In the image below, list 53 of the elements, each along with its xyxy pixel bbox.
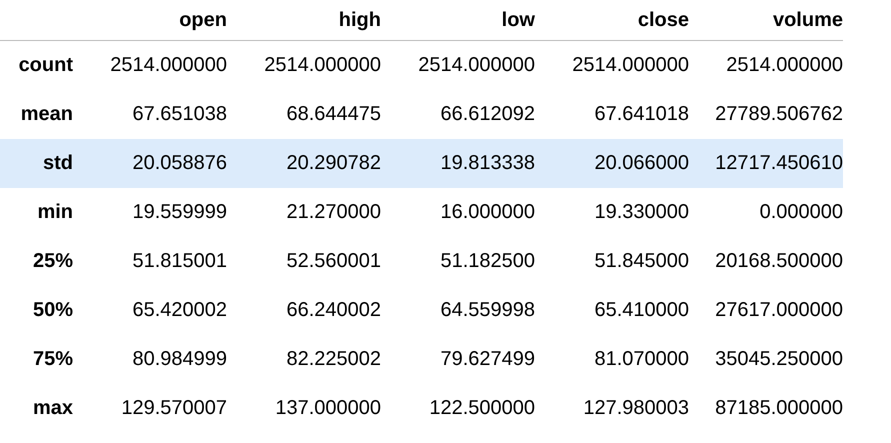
- table-cell: 66.240002: [286, 299, 381, 321]
- table-cell: 65.410000: [594, 299, 689, 321]
- table-cell: 51.182500: [440, 250, 535, 272]
- row-label: min: [37, 201, 73, 223]
- table-cell: 64.559998: [440, 299, 535, 321]
- table-cell: 65.420002: [132, 299, 227, 321]
- table-cell: 2514.000000: [418, 54, 535, 76]
- row-label: max: [32, 397, 73, 419]
- column-header: volume: [772, 8, 843, 30]
- table-cell: 129.570007: [121, 397, 227, 419]
- table-cell: 2514.000000: [572, 54, 689, 76]
- table-cell: 21.270000: [286, 201, 381, 223]
- table-cell: 66.612092: [440, 103, 535, 125]
- table-cell: 27789.506762: [715, 103, 843, 125]
- table-cell: 52.560001: [286, 250, 381, 272]
- table-cell: 137.000000: [275, 397, 381, 419]
- table-cell: 79.627499: [440, 348, 535, 370]
- column-header: low: [502, 8, 535, 30]
- row-label: 75%: [32, 348, 73, 370]
- table-cell: 16.000000: [440, 201, 535, 223]
- table-cell: 12717.450610: [715, 152, 843, 174]
- column-header: high: [338, 8, 381, 30]
- table-cell: 35045.250000: [715, 348, 843, 370]
- table-cell: 0.000000: [760, 201, 843, 223]
- table-cell: 27617.000000: [715, 299, 843, 321]
- table-cell: 67.641018: [594, 103, 689, 125]
- table-cell: 51.815001: [132, 250, 227, 272]
- row-label: count: [18, 54, 73, 76]
- row-label: 50%: [32, 299, 73, 321]
- table-cell: 20.058876: [132, 152, 227, 174]
- table-cell: 81.070000: [594, 348, 689, 370]
- table-cell: 20.066000: [594, 152, 689, 174]
- table-cell: 2514.000000: [726, 54, 843, 76]
- table-cell: 2514.000000: [264, 54, 381, 76]
- table-cell: 82.225002: [286, 348, 381, 370]
- row-label: 25%: [32, 250, 73, 272]
- table-cell: 67.651038: [132, 103, 227, 125]
- table-cell: 80.984999: [132, 348, 227, 370]
- table-cell: 20168.500000: [715, 250, 843, 272]
- row-label: mean: [20, 103, 73, 125]
- table-cell: 19.813338: [440, 152, 535, 174]
- table-cell: 20.290782: [286, 152, 381, 174]
- table-cell: 19.559999: [132, 201, 227, 223]
- column-header: close: [638, 8, 689, 30]
- table-cell: 19.330000: [594, 201, 689, 223]
- column-header: open: [179, 8, 227, 30]
- table-cell: 68.644475: [286, 103, 381, 125]
- table-cell: 122.500000: [429, 397, 535, 419]
- row-label: std: [43, 152, 73, 174]
- table-cell: 2514.000000: [110, 54, 227, 76]
- table-cell: 51.845000: [594, 250, 689, 272]
- table-cell: 87185.000000: [715, 397, 843, 419]
- table-cell: 127.980003: [583, 397, 689, 419]
